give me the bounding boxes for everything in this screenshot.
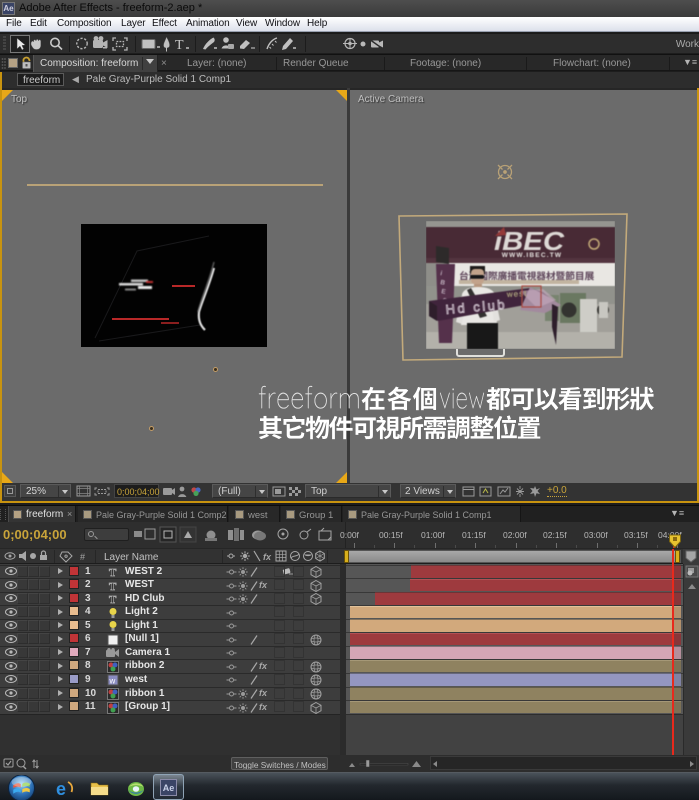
svg-text:T: T xyxy=(109,581,117,592)
svg-text:#: # xyxy=(80,552,85,562)
svg-text:fx: fx xyxy=(263,552,272,562)
svg-text:T: T xyxy=(109,594,117,605)
svg-text:T: T xyxy=(109,567,117,578)
svg-text:w: w xyxy=(109,677,116,686)
svg-text:e: e xyxy=(56,780,66,798)
svg-text:T: T xyxy=(175,38,184,53)
svg-text:Layer Name: Layer Name xyxy=(104,552,159,563)
